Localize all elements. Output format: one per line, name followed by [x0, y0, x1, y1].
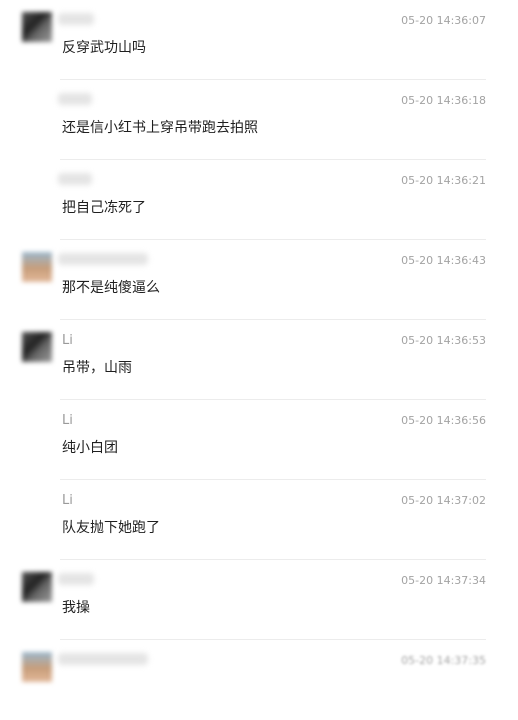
chat-message: 05-20 14:37:34 我操 — [0, 560, 518, 640]
sender-name-redacted — [58, 173, 92, 185]
message-time: 05-20 14:36:56 — [401, 414, 486, 427]
chat-history: 05-20 14:36:07 反穿武功山吗 05-20 14:36:18 还是信… — [0, 0, 518, 682]
sender-name: Li — [62, 493, 73, 508]
message-text: 吊带，山雨 — [62, 360, 132, 376]
message-text: 队友抛下她跑了 — [62, 520, 160, 536]
message-time: 05-20 14:36:53 — [401, 334, 486, 347]
avatar[interactable] — [22, 332, 52, 362]
message-time: 05-20 14:37:02 — [401, 494, 486, 507]
message-text: 纯小白团 — [62, 440, 118, 456]
sender-name-redacted — [58, 653, 148, 665]
sender-name-redacted — [58, 573, 94, 585]
chat-message: 05-20 14:36:07 反穿武功山吗 — [0, 0, 518, 80]
avatar[interactable] — [22, 252, 52, 282]
message-text: 把自己冻死了 — [62, 200, 146, 216]
avatar[interactable] — [22, 572, 52, 602]
message-text: 反穿武功山吗 — [62, 40, 146, 56]
chat-message: 05-20 14:36:18 还是信小红书上穿吊带跑去拍照 — [0, 80, 518, 160]
sender-name-redacted — [58, 13, 94, 25]
sender-name: Li — [62, 333, 73, 348]
sender-name-redacted — [58, 253, 148, 265]
message-time: 05-20 14:36:43 — [401, 254, 486, 267]
chat-message: 05-20 14:36:43 那不是纯傻逼么 — [0, 240, 518, 320]
chat-message: Li 05-20 14:37:02 队友抛下她跑了 — [0, 480, 518, 560]
sender-name-redacted — [58, 93, 92, 105]
avatar[interactable] — [22, 652, 52, 682]
message-text: 我操 — [62, 600, 90, 616]
chat-message: 05-20 14:36:21 把自己冻死了 — [0, 160, 518, 240]
message-time: 05-20 14:36:07 — [401, 14, 486, 27]
message-time: 05-20 14:36:18 — [401, 94, 486, 107]
chat-message: Li 05-20 14:36:53 吊带，山雨 — [0, 320, 518, 400]
message-time: 05-20 14:37:34 — [401, 574, 486, 587]
avatar[interactable] — [22, 12, 52, 42]
chat-message: 05-20 14:37:35 — [0, 640, 518, 720]
message-text: 那不是纯傻逼么 — [62, 280, 160, 296]
message-time: 05-20 14:37:35 — [401, 654, 486, 667]
chat-message: Li 05-20 14:36:56 纯小白团 — [0, 400, 518, 480]
sender-name: Li — [62, 413, 73, 428]
message-time: 05-20 14:36:21 — [401, 174, 486, 187]
message-text: 还是信小红书上穿吊带跑去拍照 — [62, 120, 258, 136]
